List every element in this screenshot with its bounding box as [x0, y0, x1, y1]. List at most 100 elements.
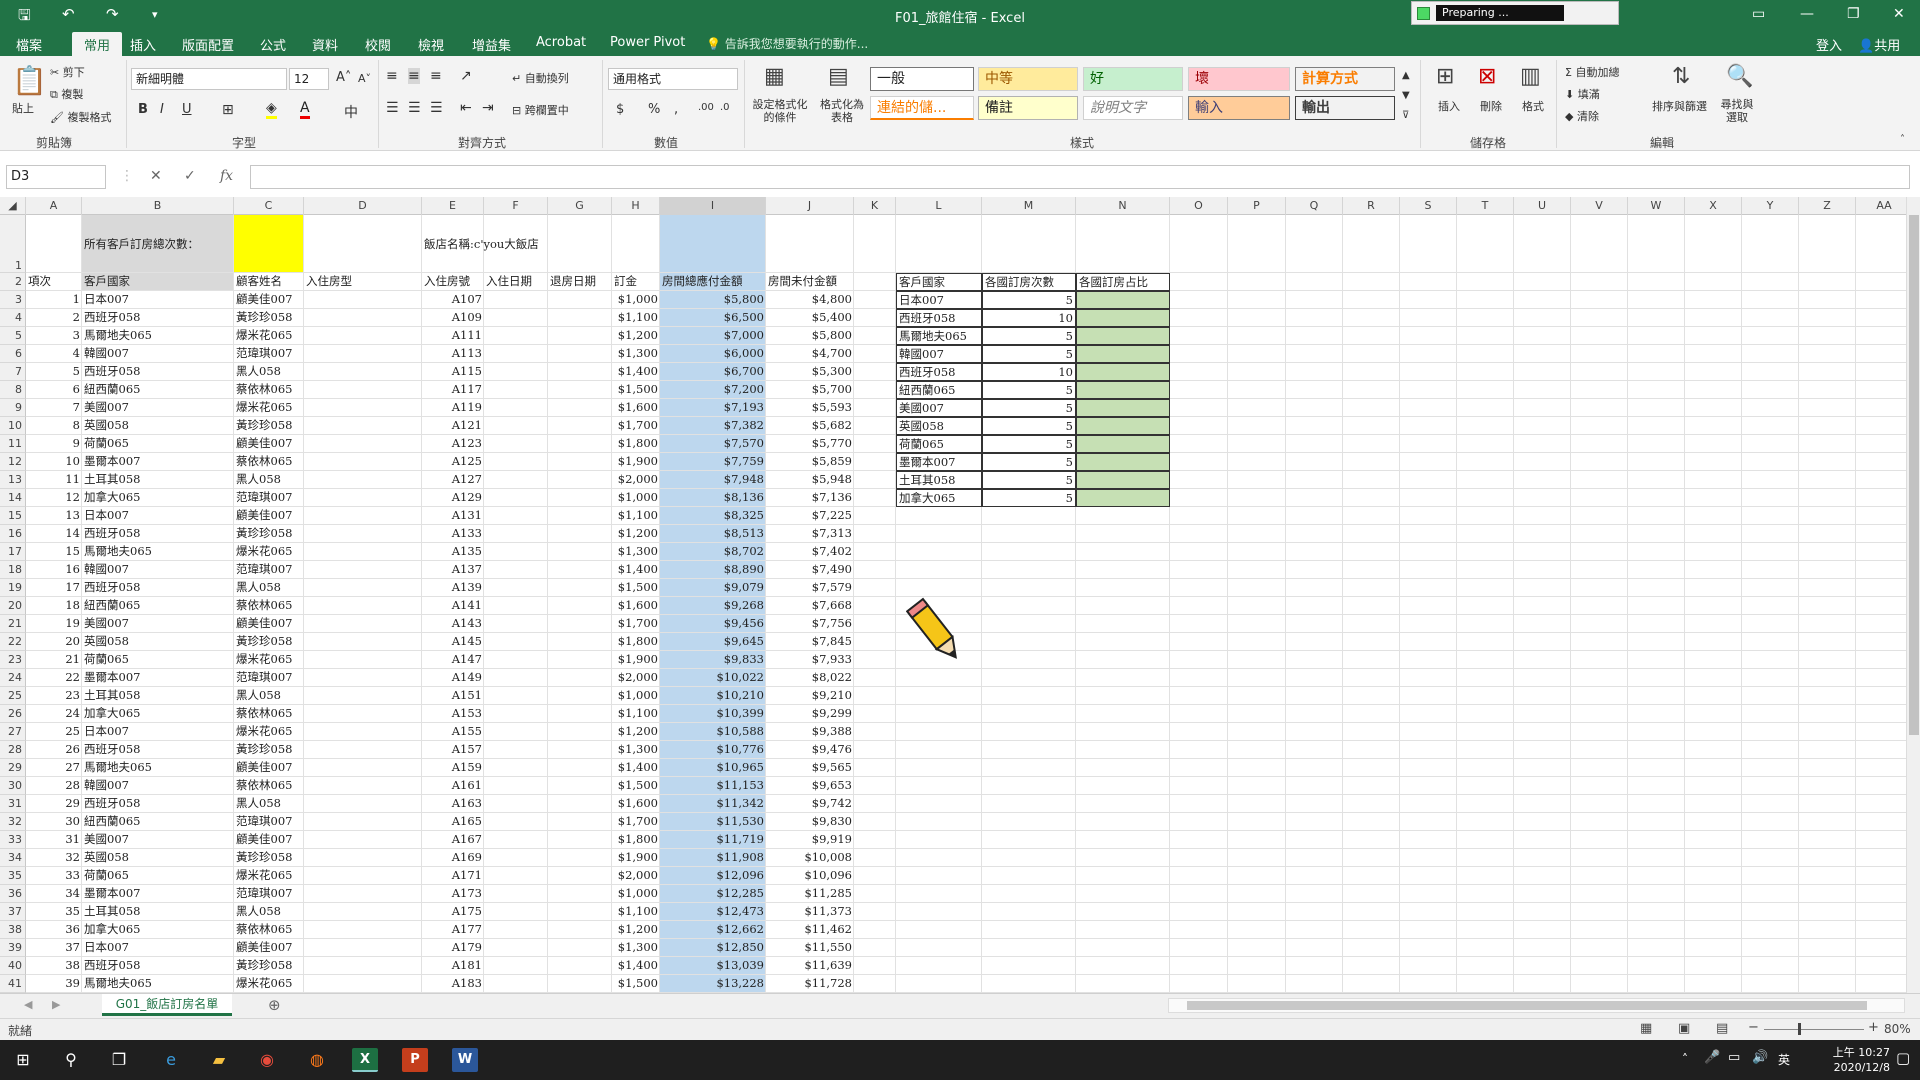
horizontal-scrollbar[interactable] — [1168, 998, 1905, 1013]
row-header[interactable]: 38 — [0, 921, 26, 939]
customer-name-cell[interactable]: 顧美佳007 — [234, 831, 304, 849]
zoom-slider-thumb[interactable] — [1798, 1023, 1801, 1035]
summary-count-cell[interactable]: 5 — [982, 345, 1076, 363]
country-cell[interactable]: 英國058 — [82, 633, 234, 651]
item-number-cell[interactable]: 31 — [26, 831, 82, 849]
align-middle-icon[interactable]: ≡ — [408, 68, 420, 84]
country-cell[interactable]: 日本007 — [82, 939, 234, 957]
customer-name-cell[interactable]: 范瑋琪007 — [234, 813, 304, 831]
unpaid-cell[interactable]: $9,565 — [766, 759, 854, 777]
increase-indent-icon[interactable]: ⇥ — [482, 100, 494, 116]
room-number-cell[interactable]: A111 — [422, 327, 484, 345]
row-header[interactable]: 5 — [0, 327, 26, 345]
country-cell[interactable]: 美國007 — [82, 615, 234, 633]
search-icon[interactable]: ⚲ — [58, 1048, 84, 1072]
unpaid-cell[interactable]: $9,653 — [766, 777, 854, 795]
tab-formulas[interactable]: 公式 — [260, 35, 286, 54]
tab-view[interactable]: 檢視 — [418, 35, 444, 54]
room-number-cell[interactable]: A125 — [422, 453, 484, 471]
item-number-cell[interactable]: 6 — [26, 381, 82, 399]
total-payable-cell[interactable]: $11,153 — [660, 777, 766, 795]
total-payable-cell[interactable]: $11,342 — [660, 795, 766, 813]
customer-name-cell[interactable]: 顧美佳007 — [234, 291, 304, 309]
total-payable-cell[interactable]: $7,200 — [660, 381, 766, 399]
table-header-cell[interactable]: 顧客姓名 — [234, 273, 304, 291]
item-number-cell[interactable]: 10 — [26, 453, 82, 471]
total-payable-cell[interactable]: $8,136 — [660, 489, 766, 507]
summary-count-cell[interactable]: 5 — [982, 453, 1076, 471]
item-number-cell[interactable]: 17 — [26, 579, 82, 597]
country-cell[interactable]: 加拿大065 — [82, 489, 234, 507]
row-header[interactable]: 37 — [0, 903, 26, 921]
row-header[interactable]: 15 — [0, 507, 26, 525]
row-header[interactable]: 28 — [0, 741, 26, 759]
room-number-cell[interactable]: A161 — [422, 777, 484, 795]
copy-button[interactable]: ⧉ 複製 — [50, 86, 83, 102]
room-number-cell[interactable]: A167 — [422, 831, 484, 849]
summary-country-cell[interactable]: 土耳其058 — [896, 471, 982, 489]
row-header[interactable]: 8 — [0, 381, 26, 399]
insert-function-icon[interactable]: fx — [220, 168, 233, 184]
deposit-cell[interactable]: $1,800 — [612, 633, 660, 651]
column-header[interactable]: D — [304, 197, 422, 215]
deposit-cell[interactable]: $1,400 — [612, 561, 660, 579]
deposit-cell[interactable]: $1,400 — [612, 363, 660, 381]
item-number-cell[interactable]: 26 — [26, 741, 82, 759]
decrease-decimal-icon[interactable]: .0 — [720, 102, 730, 113]
deposit-cell[interactable]: $1,800 — [612, 435, 660, 453]
summary-header-cell[interactable]: 客戶國家 — [896, 273, 982, 291]
page-layout-view-icon[interactable]: ▣ — [1678, 1021, 1690, 1036]
country-cell[interactable]: 土耳其058 — [82, 471, 234, 489]
unpaid-cell[interactable]: $9,830 — [766, 813, 854, 831]
room-number-cell[interactable]: A113 — [422, 345, 484, 363]
unpaid-cell[interactable]: $11,728 — [766, 975, 854, 993]
powerpoint-taskbar-icon[interactable]: P — [402, 1048, 428, 1072]
customer-name-cell[interactable]: 范瑋琪007 — [234, 489, 304, 507]
customer-name-cell[interactable]: 顧美佳007 — [234, 939, 304, 957]
item-number-cell[interactable]: 28 — [26, 777, 82, 795]
zoom-slider[interactable] — [1764, 1029, 1864, 1030]
border-icon[interactable]: ⊞ — [222, 102, 234, 118]
page-break-view-icon[interactable]: ▤ — [1716, 1021, 1728, 1036]
deposit-cell[interactable]: $1,900 — [612, 651, 660, 669]
summary-share-cell[interactable] — [1076, 489, 1170, 507]
room-number-cell[interactable]: A145 — [422, 633, 484, 651]
room-number-cell[interactable]: A107 — [422, 291, 484, 309]
row-header[interactable]: 7 — [0, 363, 26, 381]
customer-name-cell[interactable]: 黃珍珍058 — [234, 633, 304, 651]
clock-time[interactable]: 上午 10:27 — [1806, 1044, 1890, 1060]
align-bottom-icon[interactable]: ≡ — [430, 68, 442, 84]
item-number-cell[interactable]: 18 — [26, 597, 82, 615]
table-header-cell[interactable]: 入住日期 — [484, 273, 548, 291]
room-number-cell[interactable]: A179 — [422, 939, 484, 957]
country-cell[interactable]: 日本007 — [82, 291, 234, 309]
style-neutral[interactable]: 中等 — [978, 67, 1078, 91]
customer-name-cell[interactable]: 爆米花065 — [234, 399, 304, 417]
format-painter-button[interactable]: 🖌 複製格式 — [50, 109, 111, 125]
style-normal[interactable]: 一般 — [870, 67, 974, 91]
row-header[interactable]: 41 — [0, 975, 26, 993]
tab-data[interactable]: 資料 — [312, 35, 338, 54]
deposit-cell[interactable]: $1,000 — [612, 885, 660, 903]
total-payable-cell[interactable]: $9,079 — [660, 579, 766, 597]
country-cell[interactable]: 韓國007 — [82, 561, 234, 579]
unpaid-cell[interactable]: $7,933 — [766, 651, 854, 669]
row-header[interactable]: 11 — [0, 435, 26, 453]
item-number-cell[interactable]: 38 — [26, 957, 82, 975]
italic-icon[interactable]: I — [160, 102, 164, 117]
row-header[interactable]: 9 — [0, 399, 26, 417]
unpaid-cell[interactable]: $7,756 — [766, 615, 854, 633]
customer-name-cell[interactable]: 黑人058 — [234, 687, 304, 705]
mic-icon[interactable]: 🎤 — [1704, 1050, 1720, 1065]
unpaid-cell[interactable]: $11,373 — [766, 903, 854, 921]
room-number-cell[interactable]: A123 — [422, 435, 484, 453]
prev-sheet-icon[interactable]: ◀ — [24, 998, 32, 1011]
row-header[interactable]: 14 — [0, 489, 26, 507]
item-number-cell[interactable]: 23 — [26, 687, 82, 705]
font-color-icon[interactable]: A — [300, 100, 310, 119]
room-number-cell[interactable]: A147 — [422, 651, 484, 669]
customer-name-cell[interactable]: 黃珍珍058 — [234, 957, 304, 975]
paste-label[interactable]: 貼上 — [12, 100, 34, 116]
row-header[interactable]: 34 — [0, 849, 26, 867]
column-header[interactable]: W — [1628, 197, 1685, 215]
